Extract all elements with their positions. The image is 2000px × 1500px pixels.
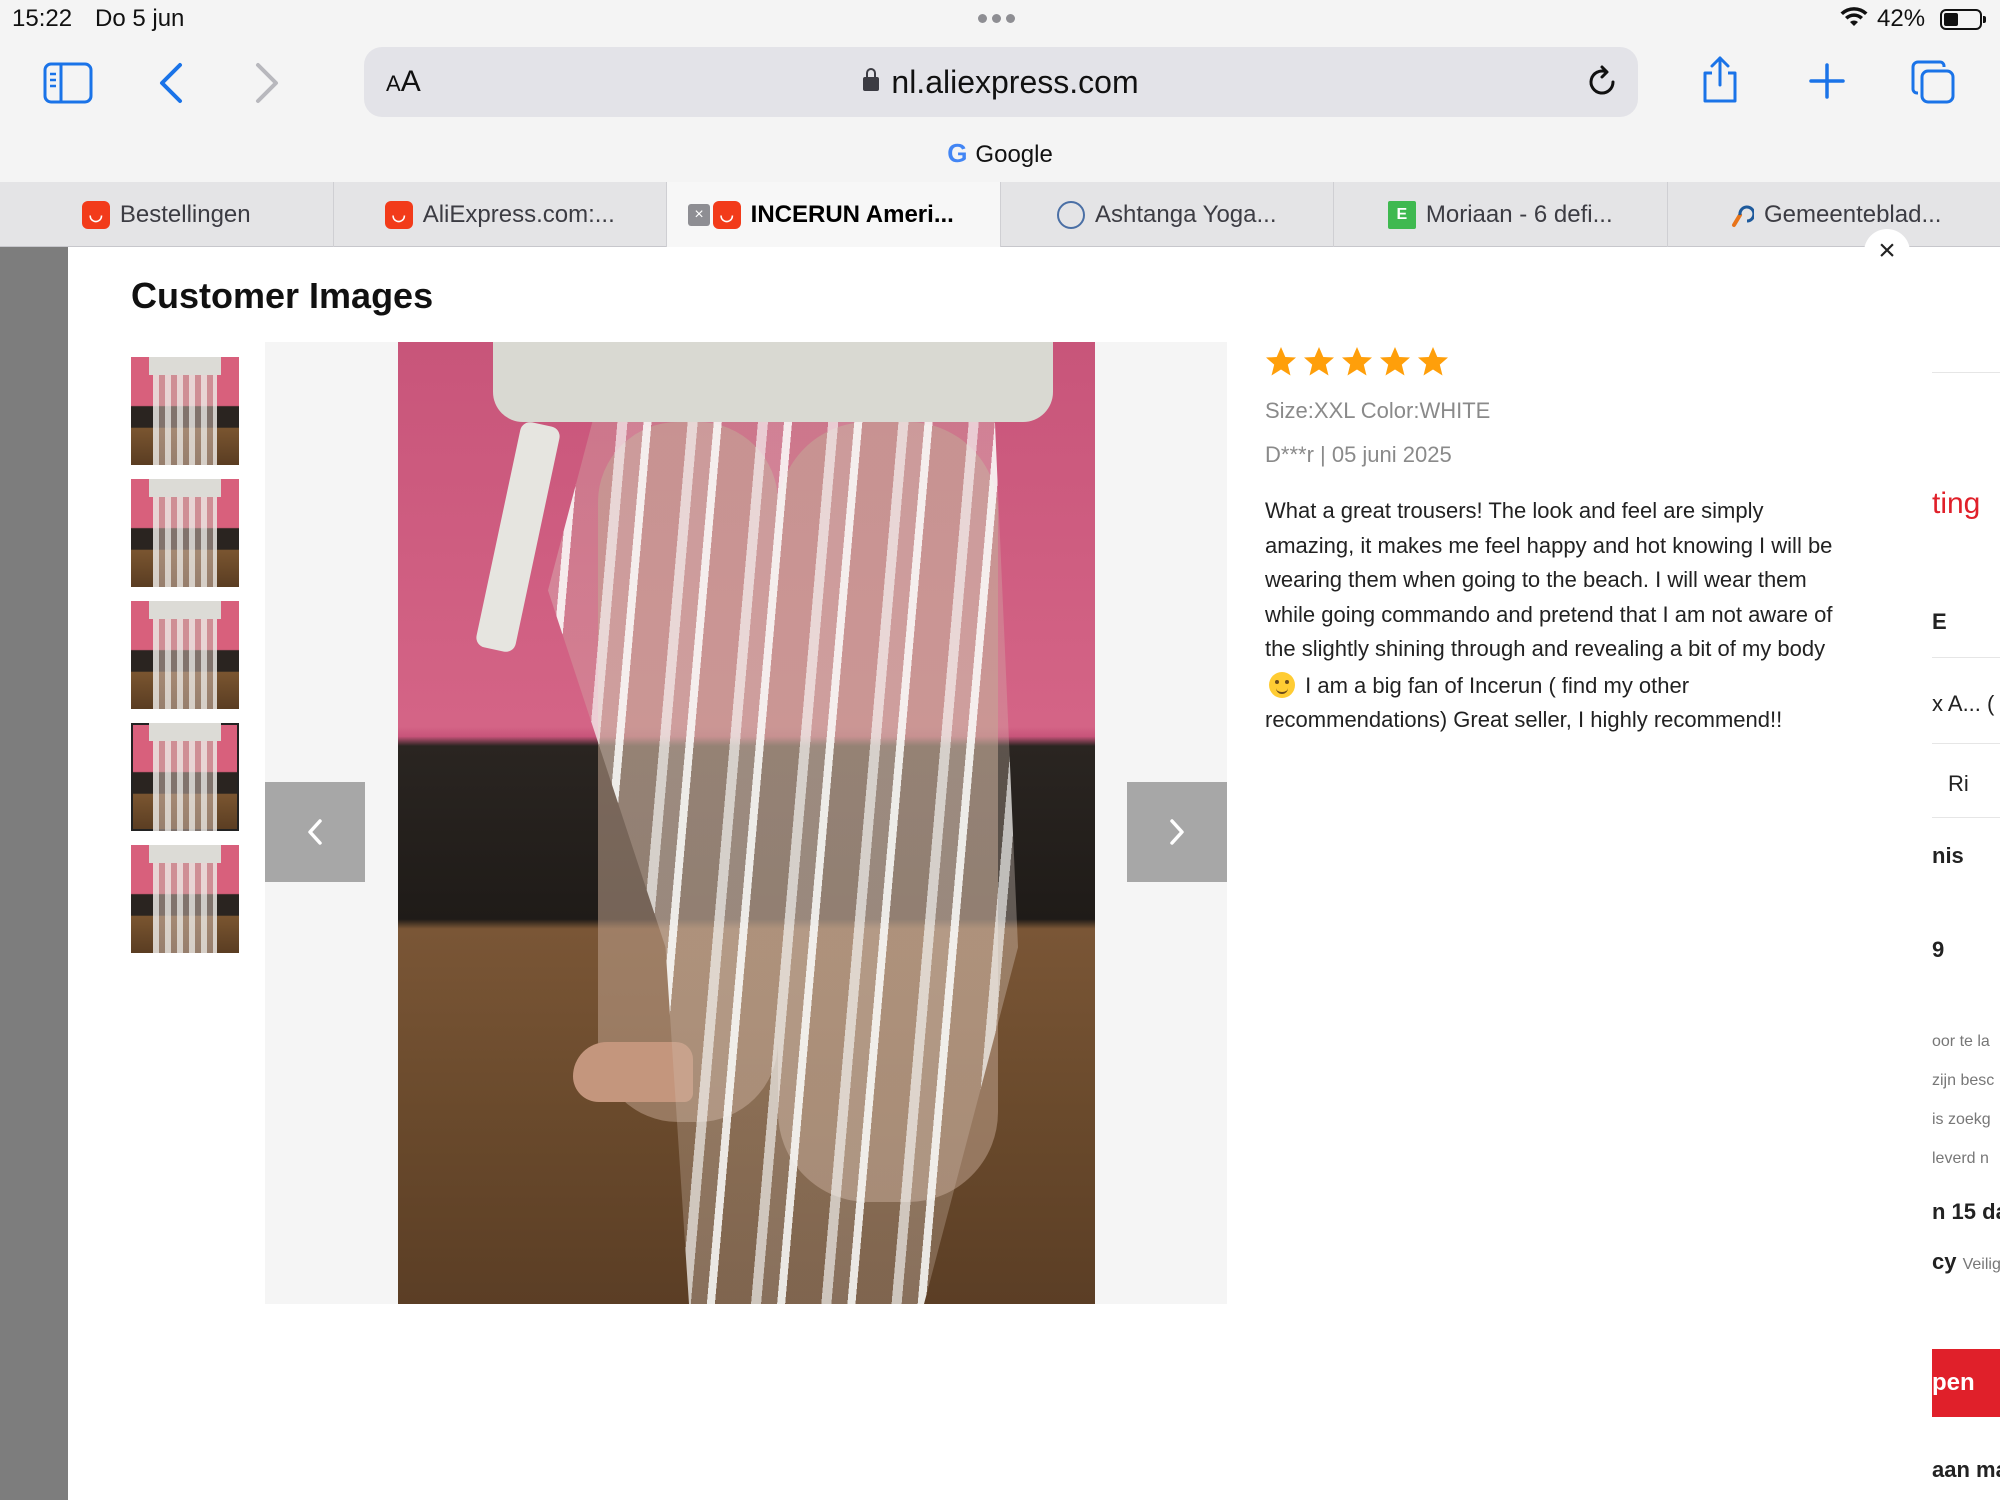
review-attributes: Size:XXL Color:WHITE — [1265, 398, 1491, 423]
tab-moriaan[interactable]: E Moriaan - 6 defi... — [1334, 182, 1668, 247]
share-icon[interactable] — [1700, 55, 1740, 105]
next-image-button[interactable] — [1127, 782, 1227, 882]
image-viewer — [265, 342, 1227, 1304]
review-text: What a great trousers! The look and feel… — [1265, 498, 1833, 732]
star-icon — [1380, 347, 1410, 376]
close-tab-icon[interactable]: × — [688, 204, 710, 226]
tab-bar: ◡ Bestellingen ◡ AliExpress.com:... ◡ IN… — [0, 182, 2000, 247]
forward-icon[interactable] — [254, 62, 280, 104]
tab-ashtanga-yoga[interactable]: Ashtanga Yoga... — [1001, 182, 1334, 247]
url-text: nl.aliexpress.com — [891, 64, 1139, 100]
buy-button[interactable]: pen — [1932, 1349, 2000, 1417]
status-bar: 15:22 Do 5 jun 42% — [0, 0, 2000, 40]
thumbnail-1[interactable] — [131, 357, 239, 465]
aliexpress-icon: ◡ — [81, 200, 110, 229]
star-rating — [1265, 342, 1865, 382]
tab-aliexpress[interactable]: ◡ AliExpress.com:... — [334, 182, 667, 247]
close-modal-button[interactable]: × — [1864, 229, 1910, 275]
multitasking-dots-icon[interactable] — [978, 14, 1015, 23]
customer-images-modal: × Customer Images Size:XXL Color:WHITE D… — [68, 229, 1932, 1500]
yoga-icon — [1057, 200, 1085, 229]
search-engine-label: G Google — [947, 138, 1053, 168]
chevron-right-icon — [1170, 819, 1184, 845]
thumbnail-3[interactable] — [131, 601, 239, 709]
review-author-date: D***r | 05 juni 2025 — [1265, 442, 1452, 467]
tab-gemeenteblad[interactable]: Gemeenteblad... — [1668, 182, 2000, 247]
tab-bestellingen[interactable]: ◡ Bestellingen — [0, 182, 334, 247]
gemeenteblad-icon — [1732, 205, 1755, 227]
smiling-face-emoji-icon — [1269, 671, 1295, 698]
previous-image-button[interactable] — [265, 782, 365, 882]
browser-toolbar: AA nl.aliexpress.com G Google — [0, 40, 2000, 182]
battery-percent: 42% — [1877, 5, 1926, 32]
modal-title: Customer Images — [131, 275, 434, 316]
reload-icon[interactable] — [1584, 64, 1620, 100]
battery-icon — [1940, 9, 1986, 30]
star-icon — [1418, 347, 1448, 376]
status-date: Do 5 jun — [95, 5, 185, 32]
back-icon[interactable] — [158, 62, 184, 104]
thumbnail-list — [131, 357, 239, 967]
star-icon — [1342, 347, 1372, 376]
status-time: 15:22 — [12, 5, 73, 32]
thumbnail-5[interactable] — [131, 845, 239, 953]
customer-photo — [398, 342, 1095, 1304]
tabs-overview-icon[interactable] — [1910, 59, 1956, 105]
aliexpress-icon: ◡ — [384, 200, 413, 229]
star-icon — [1304, 347, 1334, 376]
wifi-icon — [1840, 7, 1868, 26]
e-letter-icon: E — [1387, 200, 1416, 229]
star-icon — [1266, 347, 1296, 376]
chevron-left-icon — [308, 819, 322, 845]
sidebar-icon[interactable] — [43, 62, 93, 104]
aliexpress-icon: ◡ — [712, 200, 741, 229]
thumbnail-2[interactable] — [131, 479, 239, 587]
google-icon: G — [947, 138, 968, 168]
tab-incerun[interactable]: ◡ INCERUN Ameri... — [667, 182, 1001, 247]
lock-icon — [863, 68, 880, 91]
new-tab-icon[interactable] — [1808, 62, 1846, 100]
background-product-panel: ting E x A... ( Ri nis 9 oor te la zijn … — [1932, 247, 2000, 1500]
thumbnail-4[interactable] — [131, 723, 239, 831]
review-panel: Size:XXL Color:WHITE D***r | 05 juni 202… — [1265, 342, 1865, 738]
address-bar[interactable]: AA nl.aliexpress.com — [364, 47, 1638, 117]
